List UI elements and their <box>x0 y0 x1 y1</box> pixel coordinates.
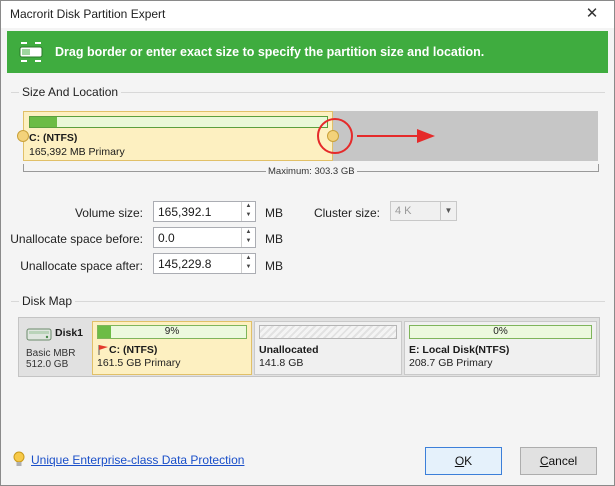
maximum-size-label: Maximum: 303.3 GB <box>266 166 357 177</box>
cancel-label-rest: ancel <box>548 454 578 468</box>
cluster-size-value: 4 K <box>395 205 412 217</box>
segment-usage-bar <box>259 325 397 339</box>
dialog-window: Macrorit Disk Partition Expert ✕ Drag bo… <box>0 0 615 486</box>
unallocate-after-value: 145,229.8 <box>158 257 212 271</box>
partition-block[interactable]: C: (NTFS) 165,392 MB Primary <box>23 111 333 161</box>
size-location-label: Size And Location <box>19 85 122 99</box>
spin-up-icon[interactable]: ▲ <box>242 228 255 237</box>
drag-direction-arrow-icon <box>357 129 435 143</box>
segment-name: C: (NTFS) <box>109 344 158 356</box>
disk-map-label: Disk Map <box>19 294 76 308</box>
partition-info: 165,392 MB Primary <box>29 146 125 158</box>
spin-down-icon[interactable]: ▼ <box>242 211 255 220</box>
data-protection-link[interactable]: Unique Enterprise-class Data Protection <box>31 453 244 467</box>
active-flag-icon <box>98 345 108 355</box>
instruction-banner: Drag border or enter exact size to speci… <box>7 31 608 73</box>
unallocate-after-spinner[interactable]: ▲ ▼ <box>241 254 255 273</box>
cancel-button[interactable]: Cancel <box>520 447 597 475</box>
disk-segment-e[interactable]: 0% E: Local Disk(NTFS) 208.7 GB Primary <box>404 321 597 375</box>
unallocate-before-input[interactable]: 0.0 ▲ ▼ <box>153 227 256 248</box>
segment-usage-bar: 0% <box>409 325 592 339</box>
disk-type: Basic MBR <box>26 348 76 359</box>
unallocate-after-unit: MB <box>265 259 283 273</box>
ok-button[interactable]: OK <box>425 447 502 475</box>
disk-size: 512.0 GB <box>26 359 69 370</box>
segment-percent: 0% <box>493 326 508 337</box>
ok-accelerator: O <box>454 454 465 468</box>
group-divider <box>11 301 605 302</box>
cluster-size-label: Cluster size: <box>313 206 380 220</box>
spin-down-icon[interactable]: ▼ <box>242 237 255 246</box>
partition-usage-bar <box>29 116 328 128</box>
disk-segment-unallocated[interactable]: Unallocated 141.8 GB <box>254 321 402 375</box>
unallocate-before-value: 0.0 <box>158 231 175 245</box>
partition-name: C: (NTFS) <box>29 132 78 144</box>
segment-name: Unallocated <box>259 344 319 356</box>
ok-label-rest: K <box>464 454 473 468</box>
volume-size-spinner[interactable]: ▲ ▼ <box>241 202 255 221</box>
volume-size-label: Volume size: <box>74 206 143 220</box>
disk-segment-c[interactable]: 9% C: (NTFS) 161.5 GB Primary <box>92 321 252 375</box>
unallocate-before-spinner[interactable]: ▲ ▼ <box>241 228 255 247</box>
segment-info: 208.7 GB Primary <box>409 357 493 369</box>
window-title: Macrorit Disk Partition Expert <box>10 7 166 21</box>
handle-highlight-circle <box>317 118 353 154</box>
unallocate-before-unit: MB <box>265 232 283 246</box>
cluster-size-select[interactable]: 4 K ▼ <box>390 201 457 221</box>
spin-up-icon[interactable]: ▲ <box>242 254 255 263</box>
left-resize-handle[interactable] <box>17 130 29 142</box>
segment-name: E: Local Disk(NTFS) <box>409 344 510 356</box>
segment-info: 141.8 GB <box>259 357 304 369</box>
chevron-down-icon[interactable]: ▼ <box>440 202 456 220</box>
unallocate-after-input[interactable]: 145,229.8 ▲ ▼ <box>153 253 256 274</box>
spin-up-icon[interactable]: ▲ <box>242 202 255 211</box>
spin-down-icon[interactable]: ▼ <box>242 263 255 272</box>
hard-disk-icon <box>26 328 52 341</box>
disk-map: Disk1 Basic MBR 512.0 GB 9% C: (NTFS) 16… <box>18 317 600 377</box>
partition-resize-icon <box>19 42 43 62</box>
unallocate-before-label: Unallocate space before: <box>10 232 143 246</box>
segment-usage-bar: 9% <box>97 325 247 339</box>
close-button[interactable]: ✕ <box>578 5 606 24</box>
banner-text: Drag border or enter exact size to speci… <box>55 45 485 59</box>
segment-percent: 9% <box>164 326 180 337</box>
partition-usage-fill <box>30 117 57 127</box>
volume-size-input[interactable]: 165,392.1 ▲ ▼ <box>153 201 256 222</box>
unallocate-after-label: Unallocate space after: <box>20 259 143 273</box>
disk-name: Disk1 <box>55 327 84 339</box>
title-bar: Macrorit Disk Partition Expert ✕ <box>1 1 614 28</box>
segment-info: 161.5 GB Primary <box>97 357 181 369</box>
lightbulb-icon <box>13 451 25 466</box>
volume-size-unit: MB <box>265 206 283 220</box>
disk-info[interactable]: Disk1 Basic MBR 512.0 GB <box>22 321 92 375</box>
close-icon: ✕ <box>585 5 599 22</box>
volume-size-value: 165,392.1 <box>158 205 212 219</box>
